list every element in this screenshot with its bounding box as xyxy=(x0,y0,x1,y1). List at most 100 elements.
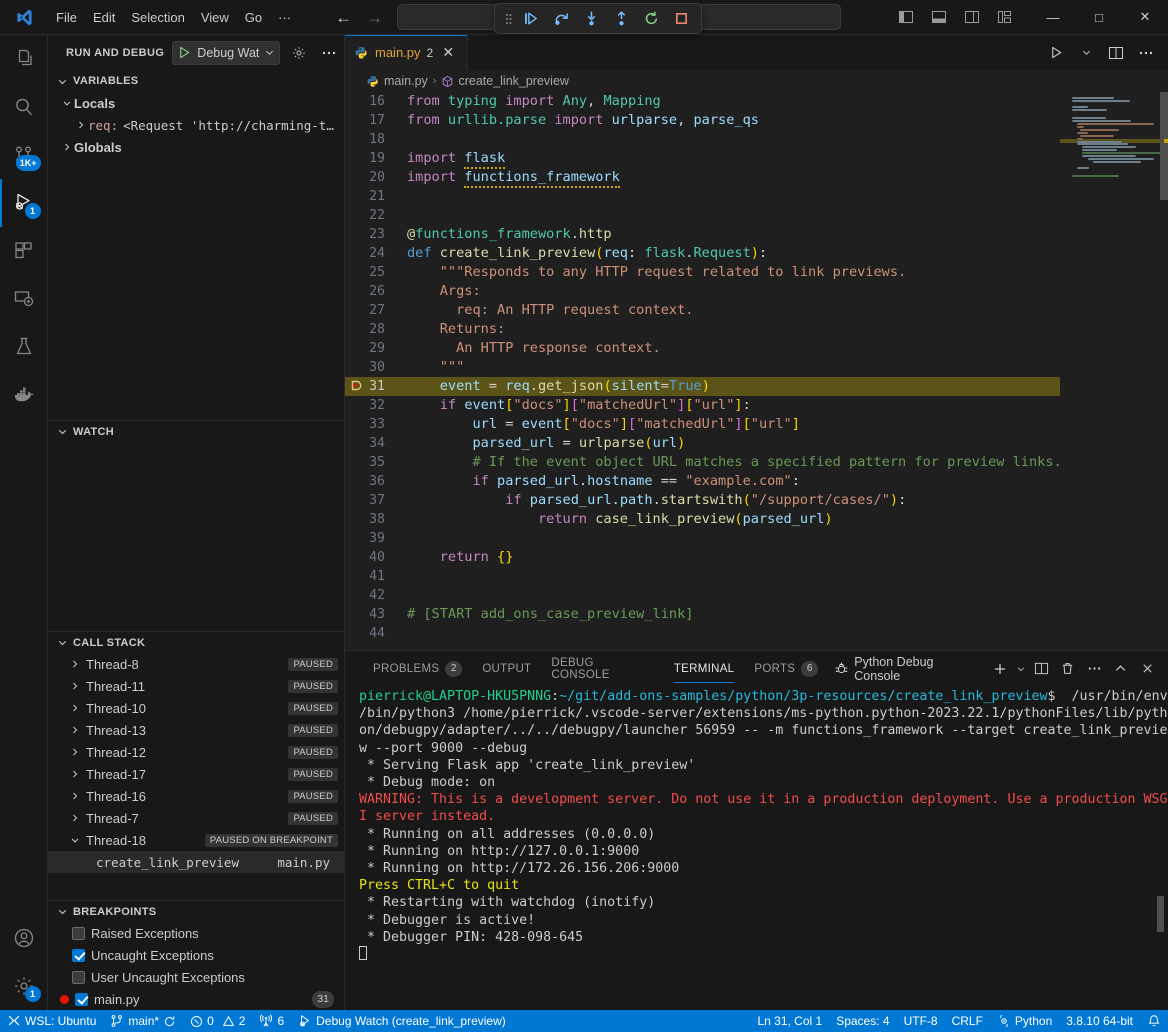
chevron-right-icon[interactable] xyxy=(68,746,82,758)
code-line[interactable]: 23@functions_framework.http xyxy=(345,225,1060,244)
minimap[interactable] xyxy=(1060,92,1168,650)
activity-docker[interactable] xyxy=(0,371,48,419)
menu-edit[interactable]: Edit xyxy=(85,7,123,28)
code-line[interactable]: 17from urllib.parse import urlparse, par… xyxy=(345,111,1060,130)
sidebar-more-actions-button[interactable] xyxy=(318,42,340,64)
status-debug-session[interactable]: Debug Watch (create_link_preview) xyxy=(291,1010,513,1032)
go-back-icon[interactable]: ← xyxy=(335,9,352,26)
chevron-down-icon[interactable] xyxy=(264,47,275,58)
toggle-primary-sidebar-icon[interactable] xyxy=(891,2,921,32)
variables-scope-locals[interactable]: Locals xyxy=(48,92,344,114)
breakpoint-checkbox[interactable] xyxy=(72,971,85,984)
go-forward-icon[interactable]: → xyxy=(366,9,383,26)
breakpoint-user-uncaught-exceptions[interactable]: User Uncaught Exceptions xyxy=(48,966,344,988)
panel-actions[interactable]: Python Debug Console xyxy=(828,655,1168,683)
debug-stop-button[interactable] xyxy=(667,6,695,31)
code-line[interactable]: 36 if parsed_url.hostname == "example.co… xyxy=(345,472,1060,491)
breakpoint-checkbox[interactable] xyxy=(75,993,88,1006)
debug-toolbar-grip-icon[interactable] xyxy=(501,11,515,27)
close-panel-button[interactable] xyxy=(1134,656,1160,682)
activity-bar[interactable]: 1K+ 1 1 xyxy=(0,35,48,1010)
code-line[interactable]: 44 xyxy=(345,624,1060,643)
tab-problems[interactable]: PROBLEMS 2 xyxy=(363,651,472,686)
window-close-button[interactable]: ✕ xyxy=(1122,0,1168,35)
panel-more-actions-button[interactable] xyxy=(1081,656,1107,682)
stack-frame-row[interactable]: create_link_preview main.py xyxy=(48,851,344,873)
code-line[interactable]: 33 url = event["docs"]["matchedUrl"]["ur… xyxy=(345,415,1060,434)
thread-row[interactable]: Thread-12 PAUSED xyxy=(48,741,344,763)
status-eol[interactable]: CRLF xyxy=(945,1010,990,1032)
code-scroll-area[interactable]: 16from typing import Any, Mapping17from … xyxy=(345,92,1060,650)
debug-restart-button[interactable] xyxy=(637,6,665,31)
split-editor-right-button[interactable] xyxy=(1102,39,1130,67)
terminal-scrollbar-thumb[interactable] xyxy=(1157,896,1164,932)
code-line[interactable]: 18 xyxy=(345,130,1060,149)
code-line[interactable]: 39 xyxy=(345,529,1060,548)
breakpoint-checkbox[interactable] xyxy=(72,927,85,940)
code-lines[interactable]: 16from typing import Any, Mapping17from … xyxy=(345,92,1060,643)
chevron-right-icon[interactable] xyxy=(68,702,82,714)
run-options-chevron-icon[interactable] xyxy=(1072,39,1100,67)
breakpoint-uncaught-exceptions[interactable]: Uncaught Exceptions xyxy=(48,944,344,966)
navigation-arrows[interactable]: ← → xyxy=(335,9,383,26)
chevron-right-icon[interactable] xyxy=(60,141,74,153)
code-editor[interactable]: 16from typing import Any, Mapping17from … xyxy=(345,92,1168,650)
status-bar[interactable]: WSL: Ubuntu main* 0 2 6 Debug Watch (cre… xyxy=(0,1010,1168,1032)
thread-row[interactable]: Thread-7 PAUSED xyxy=(48,807,344,829)
code-line[interactable]: 20import functions_framework xyxy=(345,168,1060,187)
chevron-right-icon[interactable] xyxy=(68,812,82,824)
run-python-file-button[interactable] xyxy=(1042,39,1070,67)
activity-accounts[interactable] xyxy=(0,914,48,962)
variables-list[interactable]: Locals req: <Request 'http://charming-tr… xyxy=(48,92,344,420)
open-launch-json-button[interactable] xyxy=(288,42,310,64)
window-controls[interactable]: — □ ✕ xyxy=(891,0,1168,34)
variables-scope-globals[interactable]: Globals xyxy=(48,136,344,158)
kill-terminal-button[interactable] xyxy=(1055,656,1081,682)
status-language-mode[interactable]: Python xyxy=(990,1010,1059,1032)
active-terminal-selector[interactable]: Python Debug Console xyxy=(828,655,986,683)
chevron-right-icon[interactable] xyxy=(74,119,88,131)
call-stack-list[interactable]: Thread-8 PAUSED Thread-11 PAUSED Thread-… xyxy=(48,653,344,873)
thread-row[interactable]: Thread-17 PAUSED xyxy=(48,763,344,785)
code-line[interactable]: 34 parsed_url = urlparse(url) xyxy=(345,434,1060,453)
minimap-slider[interactable] xyxy=(1160,92,1168,200)
watch-pane-header[interactable]: WATCH xyxy=(48,420,344,442)
menu-selection[interactable]: Selection xyxy=(123,7,192,28)
breakpoints-pane-header[interactable]: BREAKPOINTS xyxy=(48,900,344,922)
chevron-down-icon[interactable] xyxy=(60,97,74,109)
status-python-interpreter[interactable]: 3.8.10 64-bit xyxy=(1059,1010,1140,1032)
split-terminal-button[interactable] xyxy=(1028,656,1054,682)
chevron-right-icon[interactable] xyxy=(68,724,82,736)
activity-remote-explorer[interactable] xyxy=(0,275,48,323)
code-line[interactable]: 21 xyxy=(345,187,1060,206)
thread-row[interactable]: Thread-10 PAUSED xyxy=(48,697,344,719)
status-encoding[interactable]: UTF-8 xyxy=(897,1010,945,1032)
breakpoint-checkbox[interactable] xyxy=(72,949,85,962)
terminal-scrollbar[interactable] xyxy=(1157,688,1167,938)
code-line[interactable]: 24def create_link_preview(req: flask.Req… xyxy=(345,244,1060,263)
breakpoint-file-mainpy[interactable]: main.py 31 xyxy=(48,988,344,1010)
activity-search[interactable] xyxy=(0,83,48,131)
breadcrumb-file[interactable]: main.py xyxy=(367,74,428,88)
debug-step-over-button[interactable] xyxy=(547,6,575,31)
tab-close-icon[interactable]: ✕ xyxy=(439,44,457,61)
editor-tabs[interactable]: main.py 2 ✕ xyxy=(345,35,1168,70)
code-line[interactable]: 19import flask xyxy=(345,149,1060,168)
breakpoint-raised-exceptions[interactable]: Raised Exceptions xyxy=(48,922,344,944)
status-ports[interactable]: 6 xyxy=(252,1010,291,1032)
chevron-right-icon[interactable] xyxy=(68,790,82,802)
toggle-panel-icon[interactable] xyxy=(924,2,954,32)
terminal-output[interactable]: pierrick@LAPTOP-HKU5PNNG:~/git/add-ons-s… xyxy=(345,686,1168,1010)
panel-tabs[interactable]: PROBLEMS 2 OUTPUT DEBUG CONSOLE TERMINAL… xyxy=(345,651,1168,686)
window-maximize-button[interactable]: □ xyxy=(1076,0,1122,35)
watch-list[interactable] xyxy=(48,442,344,631)
code-line[interactable]: 42 xyxy=(345,586,1060,605)
code-line[interactable]: 35 # If the event object URL matches a s… xyxy=(345,453,1060,472)
code-line[interactable]: 32 if event["docs"]["matchedUrl"]["url"]… xyxy=(345,396,1060,415)
chevron-right-icon[interactable] xyxy=(68,680,82,692)
status-notifications[interactable] xyxy=(1140,1010,1168,1032)
editor-more-actions-button[interactable] xyxy=(1132,39,1160,67)
debug-step-out-button[interactable] xyxy=(607,6,635,31)
status-remote-indicator[interactable]: WSL: Ubuntu xyxy=(0,1010,103,1032)
status-source-control[interactable]: main* xyxy=(103,1010,183,1032)
